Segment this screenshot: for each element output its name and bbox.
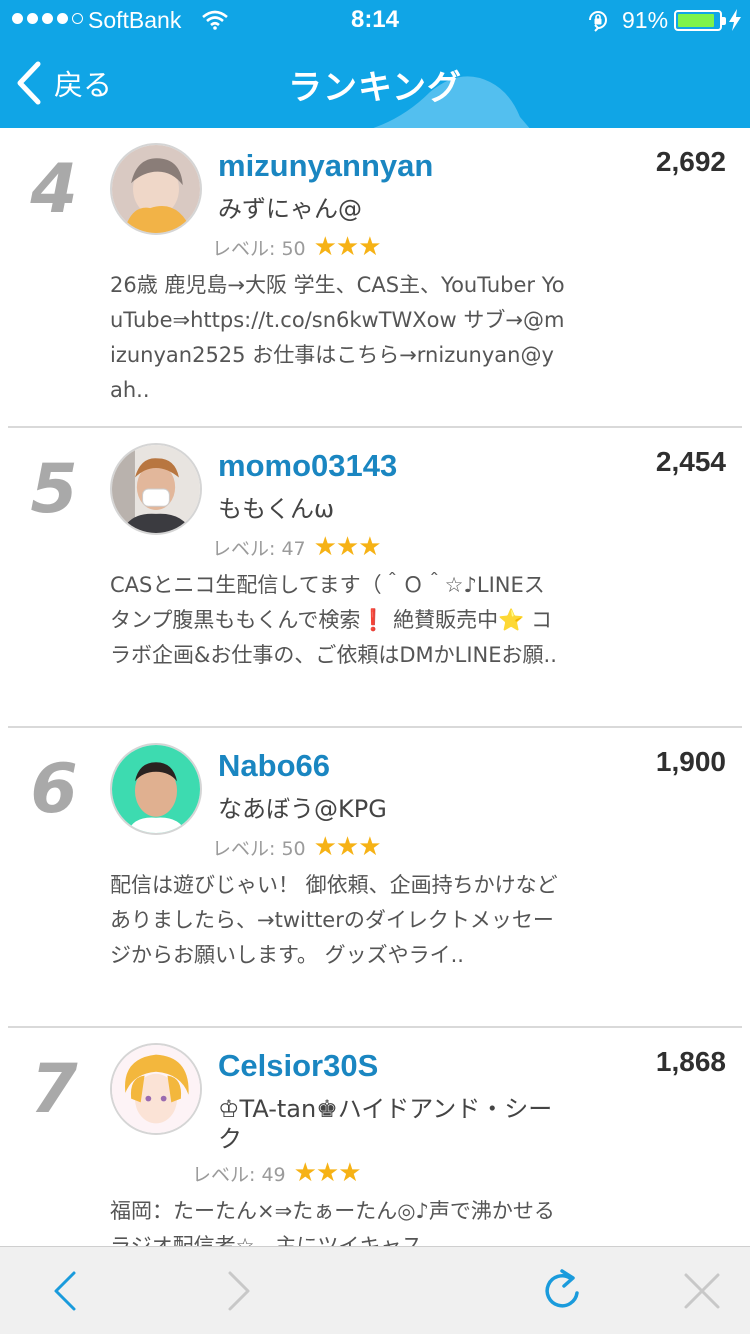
username[interactable]: mizunyannyan [218,148,433,184]
avatar-image [112,745,200,833]
username[interactable]: Nabo66 [218,748,330,784]
display-name: ももくんω [218,495,335,523]
ranking-item[interactable]: 5 momo03143 ももくんω レベル: 47 ★★★ CASとニコ生配信し… [0,428,750,728]
level-label: レベル: 50 [212,237,306,260]
avatar[interactable] [110,143,202,235]
avatar-image [112,445,200,533]
display-name: ♔TA-tan♚ハイドアンド・シーク [218,1095,553,1153]
avatar[interactable] [110,743,202,835]
ranking-item[interactable]: 7 Celsior30S ♔TA-tan♚ハイドアンド・シーク レベル: 49 … [0,1028,750,1246]
browser-toolbar [0,1246,750,1334]
charging-icon [729,9,741,31]
username[interactable]: Celsior30S [218,1048,378,1084]
back-arrow-icon [54,1271,76,1311]
rank-number: 4 [30,150,78,229]
avatar[interactable] [110,1043,202,1135]
battery-icon [674,10,726,31]
nav-bar: 戻る ランキング [0,40,750,128]
close-button[interactable] [680,1269,724,1313]
score: 1,900 [655,746,726,777]
page-title: ランキング [288,68,462,108]
star-rating-icon: ★★★ [293,1158,362,1188]
avatar-image [112,145,200,233]
display-name: みずにゃん@ [218,195,362,223]
score: 1,868 [655,1046,726,1077]
status-bar: SoftBank 8:14 91% [0,0,750,40]
profile-bio: 福岡：たーたん×⇒たぁーたん◎♪声で沸かせるラジオ配信者☆。主にツイキャス [110,1199,555,1246]
avatar-image [112,1045,200,1133]
level-row: レベル: 50 ★★★ [212,832,382,862]
level-row: レベル: 47 ★★★ [212,532,382,562]
ranking-item[interactable]: 4 mizunyannyan みずにゃん@ レベル: 50 ★★★ 26歳 鹿児… [0,128,750,428]
rank-number: 7 [30,1050,78,1129]
forward-arrow-button[interactable] [216,1269,260,1313]
display-name: なあぼう@KPG [218,795,387,823]
star-rating-icon: ★★★ [313,832,382,862]
rank-number: 5 [30,450,78,529]
rotation-lock-icon [589,11,607,32]
reload-icon [545,1269,579,1308]
avatar[interactable] [110,443,202,535]
rank-number: 6 [30,750,78,829]
ranking-list: 4 mizunyannyan みずにゃん@ レベル: 50 ★★★ 26歳 鹿児… [0,128,750,1246]
close-icon [684,1273,720,1309]
level-row: レベル: 50 ★★★ [212,232,382,262]
score: 2,692 [655,146,726,177]
profile-bio: 配信は遊びじゃい！ 御依頼、企画持ちかけなどありましたら、→twitterのダイ… [110,873,558,967]
star-rating-icon: ★★★ [313,532,382,562]
forward-arrow-icon [228,1271,250,1311]
profile-bio: CASとニコ生配信してます（＾Ｏ＾☆♪LINEスタンプ腹黒ももくんで検索❗️ 絶… [110,573,557,667]
ranking-item[interactable]: 6 Nabo66 なあぼう@KPG レベル: 50 ★★★ 配信は遊びじゃい！ … [0,728,750,1028]
level-label: レベル: 49 [192,1163,286,1186]
battery-fill [678,14,715,27]
back-arrow-button[interactable] [44,1269,88,1313]
star-rating-icon: ★★★ [313,232,382,262]
reload-button[interactable] [540,1269,584,1313]
username[interactable]: momo03143 [218,448,397,484]
profile-bio: 26歳 鹿児島→大阪 学生、CAS主、YouTuber YouTube⇒http… [110,273,565,402]
level-row: レベル: 49 ★★★ [192,1158,362,1188]
level-label: レベル: 47 [212,537,306,560]
header: SoftBank 8:14 91% 戻る ランキング [0,0,750,128]
level-label: レベル: 50 [212,837,306,860]
score: 2,454 [655,446,726,477]
battery-percent: 91% [622,7,669,33]
